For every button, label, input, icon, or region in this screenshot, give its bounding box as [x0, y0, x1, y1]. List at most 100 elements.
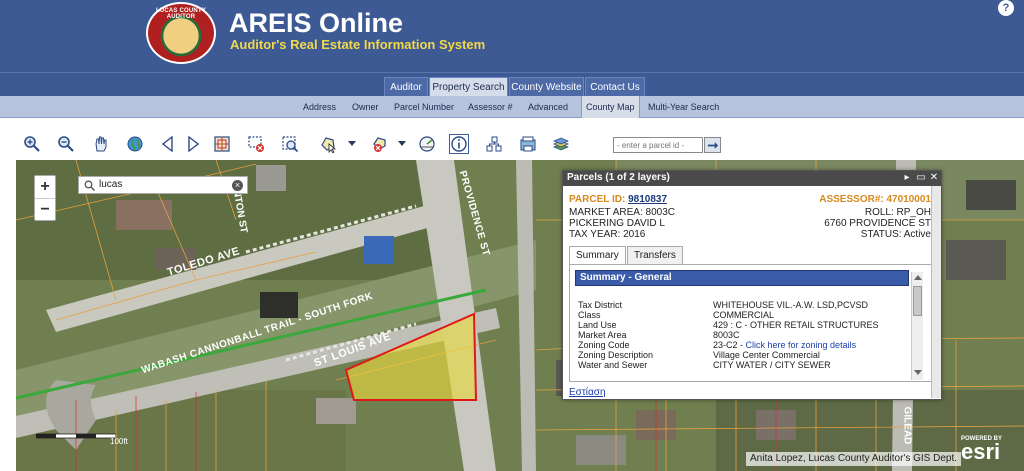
search-input-value[interactable]: lucas: [99, 179, 122, 190]
arrow-right-icon: [707, 141, 718, 149]
parcel-id-input[interactable]: [613, 137, 703, 153]
scroll-down-icon[interactable]: [914, 370, 922, 375]
nav-county-website[interactable]: County Website: [509, 77, 584, 97]
popup-title: Parcels (1 of 2 layers): [567, 172, 670, 183]
scale-label: 100ft: [110, 437, 128, 446]
summary-row: Class COMMERCIAL: [578, 310, 908, 320]
zoom-out-icon[interactable]: [56, 134, 76, 154]
help-icon[interactable]: ?: [998, 0, 1014, 16]
app-title: AREIS Online: [229, 8, 404, 38]
next-feature-icon[interactable]: ▸: [901, 172, 913, 183]
summary-row: Zoning Code 23-C2 - Click here for zonin…: [578, 340, 908, 350]
row-key: Class: [578, 310, 601, 320]
zoning-details-link[interactable]: Click here for zoning details: [746, 340, 857, 350]
summary-row: Tax District WHITEHOUSE VIL.-A.W. LSD,PC…: [578, 300, 908, 310]
app-header: LUCAS COUNTY AUDITOR AREIS Online Audito…: [0, 0, 1024, 72]
assessor-label: ASSESSOR#:: [819, 194, 884, 205]
globe-icon[interactable]: [125, 134, 145, 154]
nav-auditor[interactable]: Auditor: [384, 77, 428, 97]
previous-extent-icon[interactable]: [158, 134, 178, 154]
clear-search-icon[interactable]: ×: [232, 180, 243, 191]
summary-row: Zoning Description Village Center Commer…: [578, 350, 908, 360]
row-value: 429 : C - OTHER RETAIL STRUCTURES: [713, 320, 879, 330]
subnav-assessor[interactable]: Assessor #: [468, 96, 513, 118]
popup-scrollbar[interactable]: [931, 186, 941, 398]
parcel-id-row: PARCEL ID: 9810837: [569, 194, 667, 205]
zoning-code-value: 23-C2 -: [713, 340, 746, 350]
maximize-icon[interactable]: ▭: [915, 172, 927, 183]
summary-row: Land Use 429 : C - OTHER RETAIL STRUCTUR…: [578, 320, 908, 330]
print-icon[interactable]: [518, 134, 538, 154]
identify-icon[interactable]: [280, 134, 300, 154]
select-shape-icon[interactable]: [318, 134, 338, 154]
row-value: WHITEHOUSE VIL.-A.W. LSD,PCVSD: [713, 300, 869, 310]
summary-panel: Summary - General Tax District WHITEHOUS…: [569, 264, 933, 382]
esri-wordmark: esri: [961, 439, 1001, 464]
zoom-to-link[interactable]: Εστίαση: [569, 387, 606, 398]
county-auditor-logo: LUCAS COUNTY AUDITOR: [146, 2, 216, 64]
row-value: Village Center Commercial: [713, 350, 820, 360]
street-label-gilead: GILEAD: [901, 406, 913, 445]
row-value: 8003C: [713, 330, 740, 340]
scroll-up-icon[interactable]: [914, 275, 922, 280]
map-toolbar: [0, 118, 1024, 160]
map-attribution: Anita Lopez, Lucas County Auditor's GIS …: [746, 452, 962, 466]
tab-summary[interactable]: Summary: [569, 246, 626, 265]
logo-text: LUCAS COUNTY AUDITOR: [155, 8, 207, 20]
assessor-row: ASSESSOR#: 47010001: [819, 194, 931, 205]
map-zoom-in-button[interactable]: +: [35, 176, 55, 198]
row-value: COMMERCIAL: [713, 310, 775, 320]
row-key: Zoning Code: [578, 340, 630, 350]
parcel-id-label: PARCEL ID:: [569, 194, 626, 205]
parcel-go-button[interactable]: [704, 137, 721, 153]
zoom-control: + −: [34, 175, 56, 221]
nav-property-search[interactable]: Property Search: [429, 77, 508, 97]
row-value: CITY WATER / CITY SEWER: [713, 360, 831, 370]
roll: ROLL: RP_OH: [864, 207, 931, 218]
close-icon[interactable]: ✕: [928, 172, 940, 183]
info-icon[interactable]: [449, 134, 469, 154]
row-value: 23-C2 - Click here for zoning details: [713, 340, 856, 350]
subnav-advanced[interactable]: Advanced: [528, 96, 568, 118]
scrollbar-thumb[interactable]: [913, 286, 922, 316]
nav-contact-us[interactable]: Contact Us: [585, 77, 645, 97]
clear-selection-icon[interactable]: [370, 134, 390, 154]
property-address: 6760 PROVIDENCE ST: [824, 218, 931, 229]
summary-row: Market Area 8003C: [578, 330, 908, 340]
clear-selection-dropdown-icon[interactable]: [398, 141, 406, 146]
zoom-in-icon[interactable]: [22, 134, 42, 154]
row-key: Zoning Description: [578, 350, 654, 360]
market-area: MARKET AREA: 8003C: [569, 207, 675, 218]
tax-year: TAX YEAR: 2016: [569, 229, 646, 240]
parcel-popup: Parcels (1 of 2 layers) ▸ ▭ ✕ PARCEL ID:…: [562, 170, 942, 400]
subnav-county-map[interactable]: County Map: [581, 96, 640, 118]
subnav-multi-year-search[interactable]: Multi-Year Search: [648, 96, 719, 118]
map-zoom-out-button[interactable]: −: [35, 198, 55, 220]
select-shape-dropdown-icon[interactable]: [348, 141, 356, 146]
full-extent-icon[interactable]: [212, 134, 232, 154]
summary-row: Water and Sewer CITY WATER / CITY SEWER: [578, 360, 908, 370]
scale-bar: [36, 433, 116, 439]
app-subtitle: Auditor's Real Estate Information System: [230, 37, 486, 52]
subnav-owner[interactable]: Owner: [352, 96, 379, 118]
summary-header: Summary - General: [575, 270, 909, 286]
esri-logo: POWERED BY esri: [961, 436, 1017, 464]
row-key: Tax District: [578, 300, 623, 310]
tab-transfers[interactable]: Transfers: [627, 246, 683, 264]
pan-hand-icon[interactable]: [91, 134, 111, 154]
next-extent-icon[interactable]: [183, 134, 203, 154]
primary-nav: Auditor Property Search County Website C…: [0, 72, 1024, 97]
map-search-box[interactable]: lucas ×: [78, 176, 248, 194]
owner-name: PICKERING DAVID L: [569, 218, 665, 229]
buffer-icon[interactable]: [484, 134, 504, 154]
subnav-address[interactable]: Address: [303, 96, 336, 118]
search-icon: [84, 180, 95, 191]
assessor-value: 47010001: [886, 194, 932, 205]
select-rectangle-icon[interactable]: [246, 134, 266, 154]
measure-icon[interactable]: [417, 134, 437, 154]
popup-titlebar: Parcels (1 of 2 layers) ▸ ▭ ✕: [563, 171, 941, 186]
parcel-id-link[interactable]: 9810837: [628, 194, 667, 205]
layers-icon[interactable]: [551, 134, 571, 154]
summary-scrollbar[interactable]: [911, 272, 923, 380]
subnav-parcel-number[interactable]: Parcel Number: [394, 96, 454, 118]
